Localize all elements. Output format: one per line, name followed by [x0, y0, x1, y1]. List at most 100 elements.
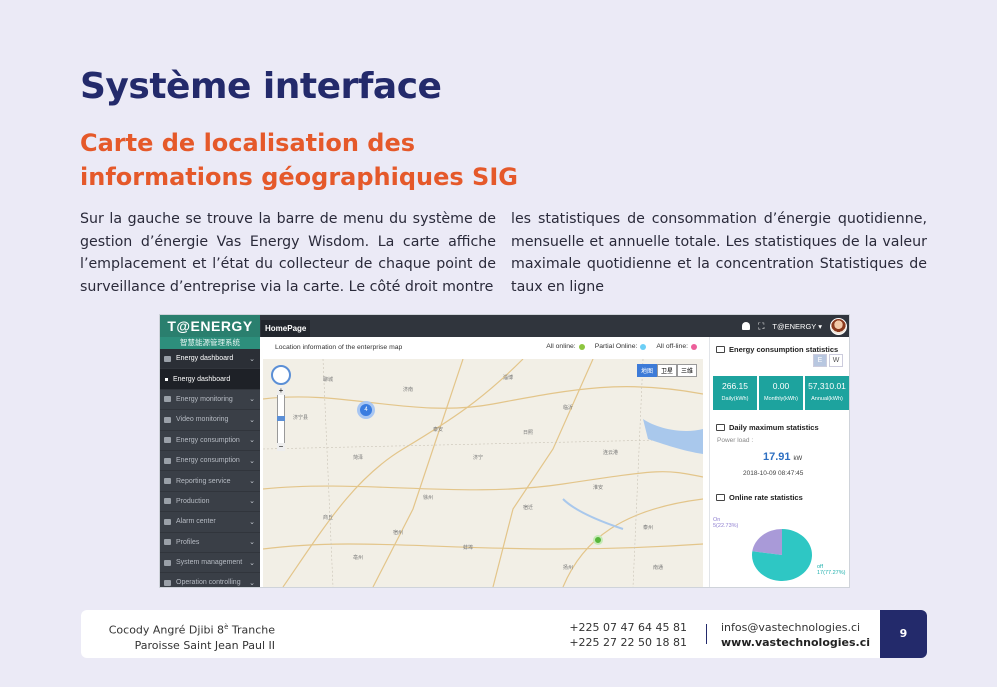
sidebar-item[interactable]: Energy dashboard ⌄	[160, 349, 260, 370]
sidebar-item[interactable]: Energy dashboard	[160, 369, 260, 390]
section-subtitle: Carte de localisation des informations g…	[80, 129, 518, 191]
footer-divider	[706, 624, 707, 644]
svg-text:泰安: 泰安	[433, 426, 443, 433]
map-online-marker[interactable]	[593, 535, 603, 545]
svg-text:济南: 济南	[403, 386, 413, 393]
system-interface-screenshot: T@ENERGY HomePage ⛶ T@ENERGY ▾ 智慧能源管理系统 …	[159, 314, 850, 588]
svg-text:济宁: 济宁	[473, 454, 483, 461]
svg-text:临沂: 临沂	[563, 404, 573, 411]
chevron-down-icon: ⌄	[249, 539, 255, 547]
map-header: Location information of the enterprise m…	[261, 337, 705, 357]
svg-text:商丘: 商丘	[323, 514, 333, 521]
zoom-out-icon[interactable]: −	[277, 443, 285, 451]
sidebar-item[interactable]: System management ⌄	[160, 553, 260, 574]
statistics-panel: Energy consumption statistics EW 266.15 D…	[709, 337, 849, 587]
map-panel: Location information of the enterprise m…	[261, 337, 705, 587]
sidebar-item[interactable]: Energy monitoring ⌄	[160, 390, 260, 411]
footer-contact: infos@vastechnologies.ci www.vastechnolo…	[721, 620, 870, 650]
menu-icon	[164, 437, 171, 444]
sidebar-item[interactable]: Energy consumption ⌄	[160, 431, 260, 451]
map-type-option[interactable]: 地图	[636, 364, 657, 377]
map-type-switch: 地图 卫星 三维	[636, 364, 697, 377]
map-zoom-slider[interactable]: + −	[277, 387, 285, 451]
map-legend: All online: Partial Online: All off-line:	[546, 343, 697, 350]
svg-text:连云港: 连云港	[603, 449, 618, 456]
sidebar-item[interactable]: Production ⌄	[160, 492, 260, 513]
chevron-down-icon: ⌄	[249, 355, 255, 363]
tab-homepage[interactable]: HomePage	[261, 320, 311, 337]
brand-subtitle: 智慧能源管理系统	[160, 337, 260, 349]
status-dot	[640, 343, 647, 350]
fullscreen-icon[interactable]: ⛶	[758, 321, 764, 332]
sidebar-item[interactable]: Profiles ⌄	[160, 533, 260, 553]
page-footer: Cocody Angré Djibi 8è Tranche Paroisse S…	[81, 610, 927, 658]
legend-item: All online:	[546, 343, 585, 350]
chevron-down-icon: ⌄	[249, 416, 255, 424]
menu-icon	[164, 498, 171, 505]
avatar[interactable]	[830, 317, 847, 335]
svg-text:淮安: 淮安	[593, 484, 603, 491]
svg-text:蚌埠: 蚌埠	[463, 544, 473, 551]
chevron-down-icon: ⌄	[249, 478, 255, 486]
menu-icon	[164, 579, 171, 586]
svg-text:泰州: 泰州	[643, 524, 653, 531]
status-dot	[691, 343, 697, 350]
daily-max-title: Daily maximum statistics	[716, 423, 819, 432]
svg-text:淄博: 淄博	[503, 374, 513, 381]
svg-text:宿迁: 宿迁	[523, 504, 533, 511]
brand-logo[interactable]: T@ENERGY	[160, 315, 260, 337]
topbar: T@ENERGY HomePage ⛶ T@ENERGY ▾	[160, 315, 849, 337]
zoom-in-icon[interactable]: +	[277, 387, 285, 395]
sidebar-item[interactable]: Alarm center ⌄	[160, 512, 260, 533]
chevron-down-icon: ⌄	[249, 518, 255, 526]
chevron-down-icon: ⌄	[249, 396, 255, 404]
menu-icon	[164, 416, 171, 423]
topbar-actions: ⛶ T@ENERGY ▾	[742, 315, 847, 337]
svg-text:聊城: 聊城	[323, 376, 333, 383]
pie-label-on: On 5(22.73%)	[713, 517, 739, 529]
map-pan-control[interactable]	[271, 365, 291, 385]
map-cluster-marker[interactable]: 4	[357, 401, 375, 419]
footer-email[interactable]: infos@vastechnologies.ci	[721, 620, 870, 635]
map-type-option[interactable]: 三维	[676, 364, 697, 377]
footer-website[interactable]: www.vastechnologies.ci	[721, 635, 870, 650]
sidebar-item[interactable]: Reporting service ⌄	[160, 471, 260, 492]
menu-icon	[164, 539, 171, 546]
menu-icon	[164, 478, 171, 485]
legend-item: All off-line:	[656, 343, 697, 350]
bell-icon[interactable]	[742, 322, 751, 330]
stat-box: 57,310.01 Annual(kWh)	[805, 376, 849, 410]
sidebar-item[interactable]: Operation controlling ⌄	[160, 573, 260, 587]
sidebar-item[interactable]: Video monitoring ⌄	[160, 410, 260, 431]
user-menu[interactable]: T@ENERGY ▾	[772, 322, 822, 331]
svg-text:菏泽: 菏泽	[353, 454, 363, 461]
menu-icon	[164, 355, 171, 362]
energy-stats-boxes: 266.15 Daily(kWh) 0.00 Monthly(kWh) 57,310.0…	[713, 376, 849, 410]
legend-item: Partial Online:	[595, 343, 647, 350]
stat-box: 266.15 Daily(kWh)	[713, 376, 757, 410]
chart-icon	[716, 424, 725, 431]
unit-toggle-option[interactable]: W	[829, 354, 843, 367]
menu-icon	[164, 518, 171, 525]
zoom-knob[interactable]	[277, 416, 285, 421]
enterprise-map[interactable]: 聊城 济南 淄博 泰安 临沂 菏泽 济宁 连云港 徐州 宿迁 商丘 淮安 蚌埠 亳州 扬州 泰州 济宁…	[263, 359, 703, 587]
pie-label-off: off 17(77.27%)	[817, 564, 846, 576]
unit-toggle-option[interactable]: E	[813, 354, 827, 367]
chart-icon	[716, 346, 725, 353]
svg-text:济宁县: 济宁县	[293, 414, 308, 421]
chevron-down-icon: ⌄	[249, 437, 255, 445]
menu-icon	[164, 396, 171, 403]
sidebar-item[interactable]: Energy consumption ⌄	[160, 451, 260, 472]
sidebar: Energy dashboard ⌄ Energy dashboard Energy …	[160, 349, 260, 587]
svg-text:扬州: 扬州	[563, 564, 573, 571]
chevron-down-icon: ⌄	[249, 559, 255, 567]
svg-text:日照: 日照	[523, 430, 533, 436]
body-text-right: les statistiques de consommation d’énerg…	[511, 211, 927, 295]
chart-icon	[716, 494, 725, 501]
footer-address: Cocody Angré Djibi 8è Tranche Paroisse S…	[108, 623, 275, 652]
page-number: 9	[880, 610, 927, 658]
online-rate-pie	[752, 529, 812, 581]
page-title: Système interface	[80, 66, 442, 107]
stat-box: 0.00 Monthly(kWh)	[759, 376, 803, 410]
map-type-option[interactable]: 卫星	[656, 364, 677, 377]
